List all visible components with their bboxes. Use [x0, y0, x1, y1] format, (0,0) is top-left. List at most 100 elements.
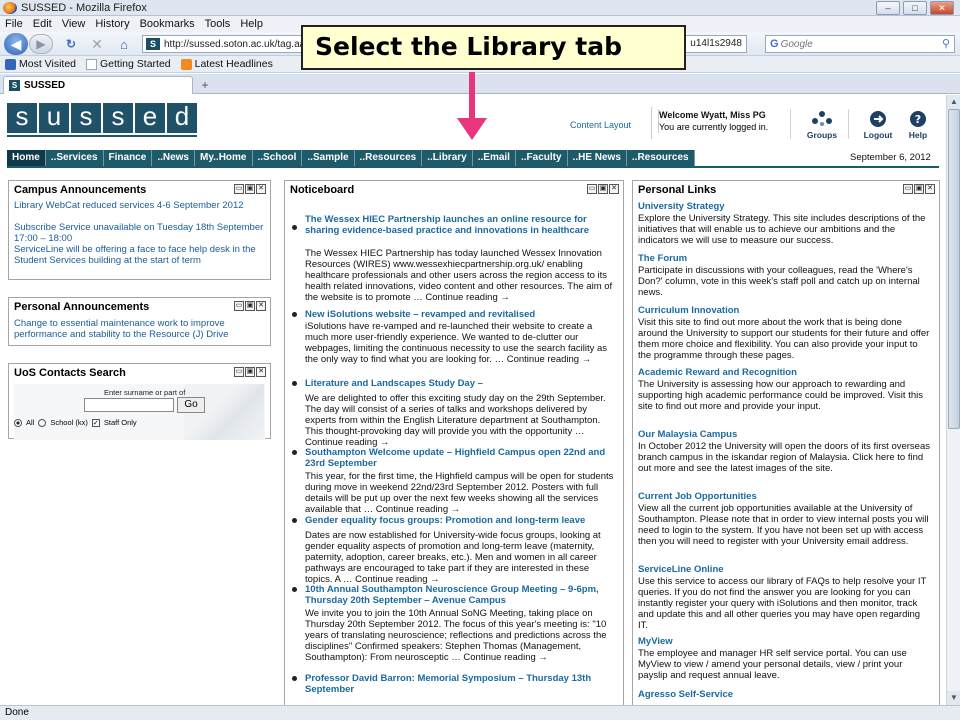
link-academic-reward[interactable]: Academic Reward and Recognition [638, 367, 797, 378]
radio-school[interactable] [38, 418, 47, 427]
tab-finance[interactable]: Finance [103, 150, 153, 166]
link-university-strategy[interactable]: University Strategy [638, 201, 725, 212]
news-title-link[interactable]: Gender equality focus groups: Promotion … [305, 515, 615, 526]
scroll-up-icon[interactable]: ▲ [947, 95, 960, 109]
minimize-panel-icon[interactable]: ▭ [903, 184, 913, 194]
link-malaysia-campus[interactable]: Our Malaysia Campus [638, 429, 737, 440]
scroll-down-icon[interactable]: ▼ [947, 691, 960, 705]
minimize-panel-icon[interactable]: ▭ [234, 367, 244, 377]
menu-help[interactable]: Help [240, 18, 263, 30]
home-icon[interactable]: ⌂ [114, 34, 134, 54]
reload-icon[interactable]: ↻ [62, 34, 80, 54]
news-title-link[interactable]: 10th Annual Southampton Neuroscience Gro… [305, 584, 615, 606]
continue-reading-link[interactable]: Continue reading → [425, 292, 510, 303]
logged-in-text: You are currently logged in. [659, 122, 769, 132]
minimize-panel-icon[interactable]: ▭ [587, 184, 597, 194]
tab-school[interactable]: ..School [252, 150, 303, 166]
scroll-thumb[interactable] [948, 109, 960, 429]
link-serviceline-online[interactable]: ServiceLine Online [638, 564, 724, 575]
edit-panel-icon[interactable]: ▣ [598, 184, 608, 194]
close-panel-icon[interactable]: ✕ [925, 184, 935, 194]
window-title: SUSSED - Mozilla Firefox [21, 1, 147, 14]
tab-faculty[interactable]: ..Faculty [515, 150, 568, 166]
status-bar: Done [0, 705, 960, 720]
link-curriculum-innovation[interactable]: Curriculum Innovation [638, 305, 739, 316]
minimize-panel-icon[interactable]: ▭ [234, 301, 244, 311]
announcement-link[interactable]: Subscribe Service unavailable on Tuesday… [14, 222, 269, 244]
menu-bookmarks[interactable]: Bookmarks [140, 18, 195, 30]
tab-my-home[interactable]: My..Home [195, 150, 253, 166]
go-button[interactable]: Go [177, 397, 205, 413]
help-button[interactable]: ? Help [898, 110, 938, 140]
edit-panel-icon[interactable]: ▣ [245, 301, 255, 311]
news-title-link[interactable]: Professor David Barron: Memorial Symposi… [305, 673, 615, 695]
stop-icon[interactable]: ✕ [88, 34, 106, 54]
browser-tab-sussed[interactable]: S SUSSED [3, 76, 193, 94]
panel-title: UoS Contacts Search [14, 367, 126, 379]
tab-he-news[interactable]: ..HE News [567, 150, 627, 166]
news-title-link[interactable]: Southampton Welcome update – Highfield C… [305, 447, 615, 469]
tab-home[interactable]: Home [7, 150, 46, 166]
menu-view[interactable]: View [62, 18, 86, 30]
menu-file[interactable]: File [5, 18, 23, 30]
forward-arrow-icon[interactable]: ▶ [29, 34, 53, 54]
minimize-panel-icon[interactable]: ▭ [234, 184, 244, 194]
edit-panel-icon[interactable]: ▣ [914, 184, 924, 194]
url-text: http://sussed.soton.ac.uk/tag.aaa4 [164, 38, 317, 50]
new-tab-button[interactable]: + [196, 78, 214, 92]
link-job-opportunities[interactable]: Current Job Opportunities [638, 491, 757, 502]
groups-button[interactable]: Groups [802, 110, 842, 140]
tab-sample[interactable]: ..Sample [302, 150, 355, 166]
content-layout-link[interactable]: Content Layout [570, 120, 631, 130]
tab-news[interactable]: ..News [152, 150, 195, 166]
tab-services[interactable]: ..Services [45, 150, 104, 166]
edit-panel-icon[interactable]: ▣ [245, 184, 255, 194]
announcement-link[interactable]: Library WebCat reduced services 4-6 Sept… [14, 200, 269, 211]
back-arrow-icon[interactable]: ◀ [4, 33, 28, 55]
link-myview[interactable]: MyView [638, 636, 673, 647]
firefox-icon [3, 1, 17, 14]
news-title-link[interactable]: New iSolutions website – revamped and re… [305, 309, 615, 320]
menu-tools[interactable]: Tools [205, 18, 231, 30]
close-panel-icon[interactable]: ✕ [256, 367, 266, 377]
close-panel-icon[interactable]: ✕ [256, 184, 266, 194]
menu-history[interactable]: History [95, 18, 129, 30]
panel-title: Personal Links [638, 184, 717, 196]
continue-reading-link[interactable]: Continue reading → [463, 652, 548, 663]
surname-input[interactable] [84, 398, 174, 412]
bookmark-getting-started[interactable]: Getting Started [86, 58, 171, 70]
maximize-button[interactable]: □ [903, 1, 927, 15]
announcement-link[interactable]: ServiceLine will be offering a face to f… [14, 244, 269, 266]
sussed-logo[interactable]: s u s s e d [7, 103, 197, 133]
tab-resources-2[interactable]: ..Resources [626, 150, 695, 166]
logout-button[interactable]: Logout [858, 110, 898, 140]
tab-email[interactable]: ..Email [472, 150, 516, 166]
search-box[interactable]: G ⚲ [765, 35, 955, 53]
menu-edit[interactable]: Edit [33, 18, 52, 30]
link-the-forum[interactable]: The Forum [638, 253, 687, 264]
continue-reading-link[interactable]: Continue reading → [507, 354, 592, 365]
header-divider [848, 109, 849, 139]
news-body: We invite you to join the 10th Annual So… [305, 608, 607, 663]
page-scrollbar[interactable]: ▲ ▼ [946, 95, 960, 705]
close-panel-icon[interactable]: ✕ [609, 184, 619, 194]
bullet-icon [292, 518, 297, 523]
bookmark-most-visited[interactable]: Most Visited [5, 58, 76, 70]
close-button[interactable]: ✕ [930, 1, 954, 15]
news-title-link[interactable]: The Wessex HIEC Partnership launches an … [305, 214, 615, 236]
continue-reading-link[interactable]: Continue reading → [376, 504, 461, 515]
link-agresso[interactable]: Agresso Self-Service [638, 689, 733, 700]
personal-links-panel: Personal Links ▭ ▣ ✕ University Strategy… [632, 180, 940, 705]
close-panel-icon[interactable]: ✕ [256, 301, 266, 311]
radio-all[interactable] [14, 418, 22, 427]
minimize-button[interactable]: – [876, 1, 900, 15]
checkbox-staff-only[interactable]: ✓ [91, 418, 100, 427]
search-input[interactable] [780, 38, 931, 50]
news-title-link[interactable]: Literature and Landscapes Study Day – [305, 378, 615, 389]
edit-panel-icon[interactable]: ▣ [245, 367, 255, 377]
announcement-link[interactable]: Change to essential maintenance work to … [14, 318, 269, 340]
tab-resources[interactable]: ..Resources [354, 150, 423, 166]
bookmark-latest-headlines[interactable]: Latest Headlines [180, 58, 273, 70]
tab-library[interactable]: ..Library [422, 150, 473, 166]
search-icon[interactable]: ⚲ [942, 37, 950, 50]
